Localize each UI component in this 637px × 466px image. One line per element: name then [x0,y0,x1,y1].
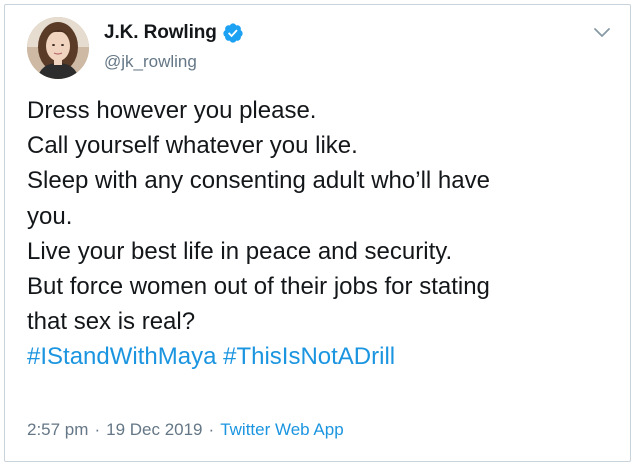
author-display-name[interactable]: J.K. Rowling [104,22,217,44]
tweet-text: Dress however you please. Call yourself … [27,93,617,375]
tweet-text-line: that sex is real? [27,308,196,336]
meta-separator: · [208,420,215,439]
tweet-metadata: 2:57 pm · 19 Dec 2019 · Twitter Web App [27,420,344,440]
tweet-text-line: Dress however you please. [27,97,317,124]
tweet-text-line: But force women out of their jobs for st… [27,273,490,301]
author-name-row[interactable]: J.K. Rowling [104,22,244,44]
tweet-text-line: Call yourself whatever you like. [27,132,358,160]
tweet-text-line: you. [27,202,73,230]
tweet-text-line: Sleep with any consenting adult who’ll h… [27,167,490,195]
tweet-card: J.K. Rowling @jk_rowling Dress however y… [4,4,631,462]
verified-badge-icon [222,22,244,44]
avatar-image [27,17,89,79]
hashtag-row: #IStandWithMaya #ThisIsNotADrill [27,339,617,374]
chevron-down-icon[interactable] [592,23,612,43]
tweet-time[interactable]: 2:57 pm [27,420,88,439]
author-handle[interactable]: @jk_rowling [104,52,197,72]
hashtag-link-istandwithmaya[interactable]: #IStandWithMaya [27,343,216,370]
tweet-source-link[interactable]: Twitter Web App [220,420,343,439]
tweet-text-line: Live your best life in peace and securit… [27,237,453,265]
hashtag-link-thisisnotadrill[interactable]: #ThisIsNotADrill [223,343,395,370]
tweet-date[interactable]: 19 Dec 2019 [106,420,202,439]
meta-separator: · [94,420,101,439]
avatar[interactable] [27,17,89,79]
